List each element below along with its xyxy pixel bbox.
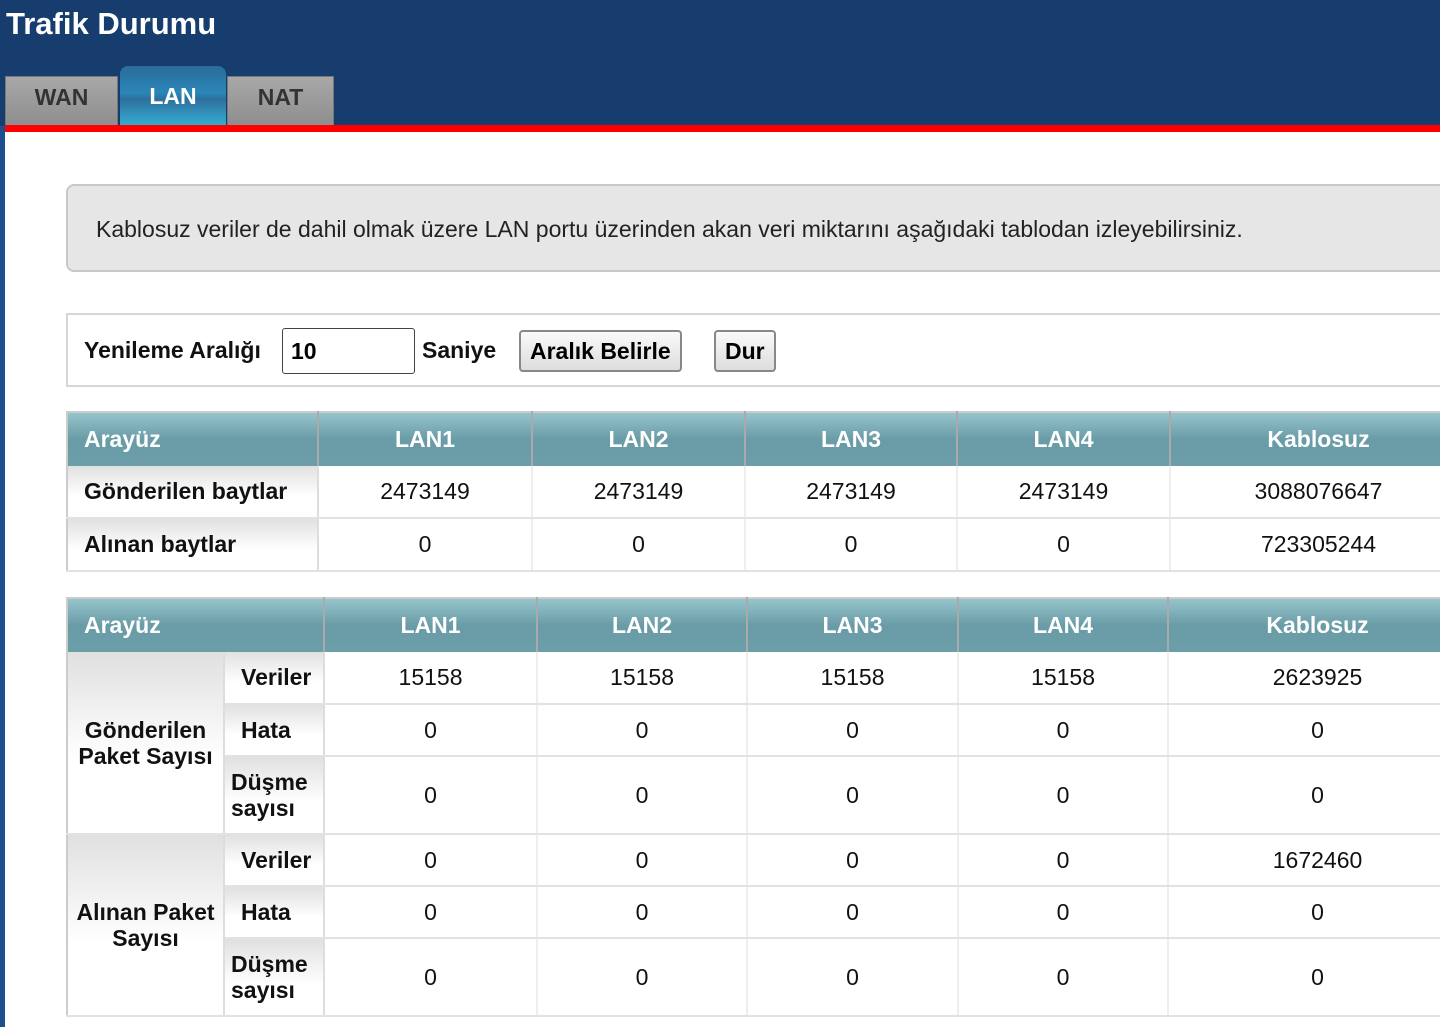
cell: 15158: [747, 652, 960, 705]
left-border: [0, 126, 5, 1027]
cell: 0: [532, 518, 746, 572]
row-label: Alınan baytlar: [67, 518, 319, 572]
header-cell: LAN3: [745, 412, 958, 466]
tab-nat[interactable]: NAT: [227, 76, 334, 126]
sub-label: Veriler: [224, 834, 326, 887]
header: Trafik Durumu WAN LAN NAT: [0, 0, 1440, 126]
cell: 0: [318, 518, 533, 572]
cell: 0: [747, 704, 960, 757]
cell: 2473149: [532, 466, 746, 519]
header-cell: Arayüz: [67, 598, 326, 652]
table-row: Düşme sayısı 0 0 0 0 0: [67, 756, 1440, 835]
header-cell: LAN4: [957, 412, 1171, 466]
cell: 15158: [537, 652, 749, 705]
table-row: Alınan baytlar 0 0 0 0 723305244: [67, 518, 1440, 572]
sub-label: Düşme sayısı: [224, 938, 326, 1017]
table-row: Alınan Paket Sayısı Veriler 0 0 0 0 1672460: [67, 834, 1440, 1017]
cell: 2623925: [1168, 652, 1440, 705]
cell: 0: [537, 834, 749, 887]
cell: 0: [324, 834, 539, 887]
sub-label: Düşme sayısı: [224, 756, 326, 835]
sub-label: Veriler: [224, 652, 326, 705]
header-cell: LAN3: [747, 598, 960, 652]
cell: 0: [747, 756, 960, 835]
set-interval-button[interactable]: Aralık Belirle: [519, 330, 682, 372]
table-header: Arayüz LAN1 LAN2 LAN3 LAN4 Kablosuz: [67, 412, 1440, 466]
cell: 0: [1168, 886, 1440, 939]
table-row: Hata 0 0 0 0 0: [67, 886, 1440, 939]
cell: 15158: [958, 652, 1170, 705]
cell: 0: [537, 756, 749, 835]
table-row: Düşme sayısı 0 0 0 0 0: [67, 938, 1440, 1017]
cell: 0: [957, 518, 1171, 572]
interval-input[interactable]: [282, 328, 415, 374]
cell: 15158: [324, 652, 539, 705]
cell: 2473149: [745, 466, 958, 519]
table-row: Gönderilen Paket Sayısı Veriler 15158 15158…: [67, 652, 1440, 835]
cell: 0: [958, 834, 1170, 887]
cell: 0: [958, 704, 1170, 757]
header-cell: LAN2: [532, 412, 746, 466]
cell: 3088076647: [1170, 466, 1440, 519]
cell: 0: [747, 938, 960, 1017]
stop-button[interactable]: Dur: [714, 330, 776, 372]
tab-lan[interactable]: LAN: [120, 66, 226, 126]
cell: 0: [958, 756, 1170, 835]
cell: 0: [747, 834, 960, 887]
cell: 0: [958, 886, 1170, 939]
header-cell: LAN2: [537, 598, 749, 652]
cell: 1672460: [1168, 834, 1440, 887]
row-label: Gönderilen baytlar: [67, 466, 319, 519]
cell: 2473149: [957, 466, 1171, 519]
page-title: Trafik Durumu: [6, 6, 217, 41]
unit-label: Saniye: [422, 337, 497, 363]
group-label: Gönderilen Paket Sayısı: [67, 652, 225, 835]
cell: 0: [324, 756, 539, 835]
cell: 0: [1168, 704, 1440, 757]
header-cell: Kablosuz: [1170, 412, 1440, 466]
header-cell: Arayüz: [67, 412, 319, 466]
cell: 723305244: [1170, 518, 1440, 572]
cell: 0: [747, 886, 960, 939]
tab-wan[interactable]: WAN: [5, 76, 118, 126]
cell: 0: [745, 518, 958, 572]
cell: 2473149: [318, 466, 533, 519]
group-label: Alınan Paket Sayısı: [67, 834, 225, 1017]
cell: 0: [537, 938, 749, 1017]
cell: 0: [958, 938, 1170, 1017]
packets-table: Arayüz LAN1 LAN2 LAN3 LAN4 Kablosuz Gönd…: [66, 597, 1440, 1017]
cell: 0: [537, 886, 749, 939]
table-row: Hata 0 0 0 0 0: [67, 704, 1440, 757]
table-row: Gönderilen baytlar 2473149 2473149 24731…: [67, 466, 1440, 519]
tab-underline: [5, 125, 1440, 132]
cell: 0: [537, 704, 749, 757]
cell: 0: [1168, 756, 1440, 835]
sub-label: Hata: [224, 886, 326, 939]
header-cell: Kablosuz: [1168, 598, 1440, 652]
header-cell: LAN1: [318, 412, 533, 466]
bytes-table: Arayüz LAN1 LAN2 LAN3 LAN4 Kablosuz Gönd…: [66, 411, 1440, 572]
cell: 0: [1168, 938, 1440, 1017]
cell: 0: [324, 886, 539, 939]
cell: 0: [324, 938, 539, 1017]
interval-label: Yenileme Aralığı: [84, 337, 261, 363]
cell: 0: [324, 704, 539, 757]
sub-label: Hata: [224, 704, 326, 757]
header-cell: LAN1: [324, 598, 539, 652]
refresh-controls: Yenileme Aralığı Saniye Aralık Belirle D…: [66, 313, 1440, 387]
header-cell: LAN4: [958, 598, 1170, 652]
info-box: Kablosuz veriler de dahil olmak üzere LA…: [66, 184, 1440, 272]
table-header: Arayüz LAN1 LAN2 LAN3 LAN4 Kablosuz: [67, 598, 1440, 652]
